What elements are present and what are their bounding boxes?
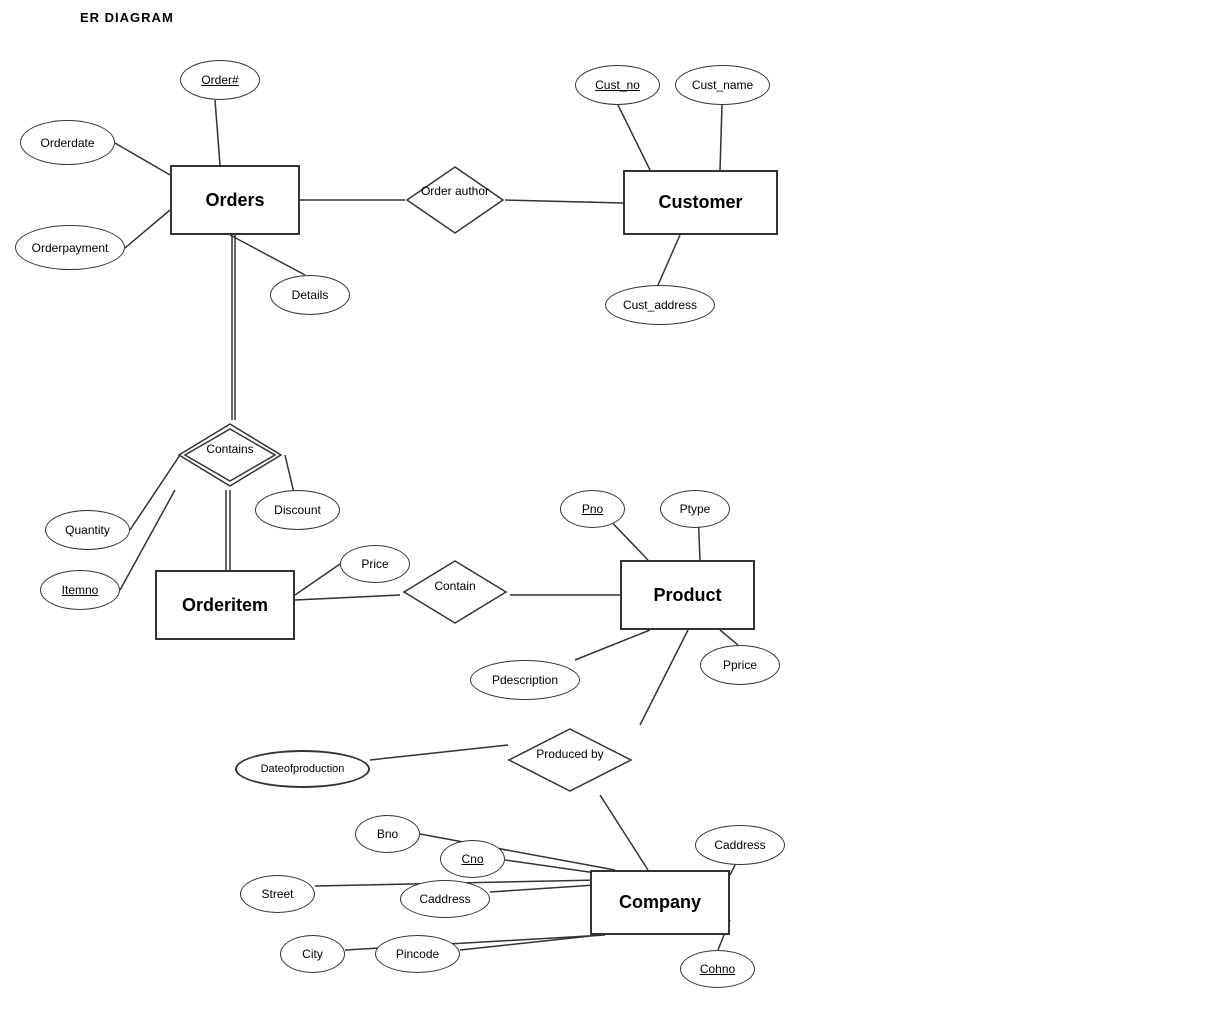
attr-orderpayment: Orderpayment [15,225,125,270]
attr-itemno: Itemno [40,570,120,610]
attr-city: City [280,935,345,973]
entity-orders: Orders [170,165,300,235]
attr-quantity: Quantity [45,510,130,550]
attr-discount: Discount [255,490,340,530]
attr-ordernum: Order# [180,60,260,100]
attr-bno: Bno [355,815,420,853]
relationship-contains: Contains [175,420,285,490]
entity-customer: Customer [623,170,778,235]
relationship-order-author: Order author [405,165,505,235]
attr-cust-no: Cust_no [575,65,660,105]
attr-ptype: Ptype [660,490,730,528]
attr-pprice: Pprice [700,645,780,685]
attr-caddress-top: Caddress [695,825,785,865]
relationship-contain: Contain [400,557,510,627]
attr-pdescription: Pdescription [470,660,580,700]
attr-dateofproduction: Dateofproduction [235,750,370,788]
attr-details: Details [270,275,350,315]
diagram-title: ER DIAGRAM [80,10,174,25]
entity-product: Product [620,560,755,630]
attr-cno: Cno [440,840,505,878]
relationship-produced-by: Produced by [505,725,635,795]
attr-caddress-bottom: Caddress [400,880,490,918]
attr-pno: Pno [560,490,625,528]
attr-orderdate: Orderdate [20,120,115,165]
attr-pincode: Pincode [375,935,460,973]
attr-cust-name: Cust_name [675,65,770,105]
attr-cohno: Cohno [680,950,755,988]
attr-street: Street [240,875,315,913]
attr-cust-address: Cust_address [605,285,715,325]
entity-company: Company [590,870,730,935]
entity-orderitem: Orderitem [155,570,295,640]
